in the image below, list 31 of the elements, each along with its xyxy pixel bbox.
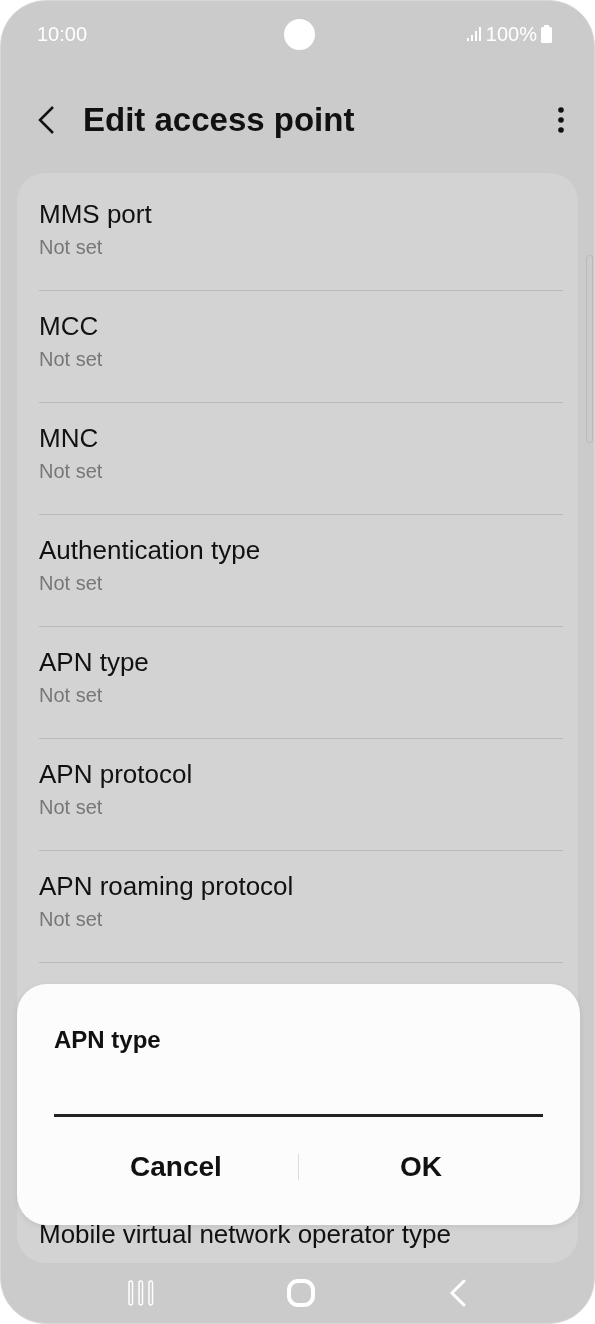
setting-row[interactable]: Authentication type Not set <box>39 515 563 627</box>
more-options-icon[interactable] <box>558 107 564 133</box>
setting-title: MCC <box>39 311 99 342</box>
setting-row[interactable]: APN type Not set <box>39 627 563 739</box>
ok-button[interactable]: OK <box>299 1137 543 1197</box>
setting-title: APN protocol <box>39 759 193 790</box>
signal-icon <box>465 26 482 42</box>
setting-title: APN roaming protocol <box>39 871 294 902</box>
setting-title: MNC <box>39 423 99 454</box>
setting-row[interactable]: MNC Not set <box>39 403 563 515</box>
cancel-button[interactable]: Cancel <box>54 1137 298 1197</box>
back-icon[interactable] <box>37 105 55 135</box>
camera-hole <box>284 19 315 50</box>
setting-title: APN type <box>39 647 149 678</box>
setting-row[interactable]: MCC Not set <box>39 291 563 403</box>
dialog-title: APN type <box>54 1026 161 1054</box>
setting-title: Mobile virtual network operator type <box>39 1219 451 1250</box>
page-title: Edit access point <box>83 101 356 139</box>
setting-value: Not set <box>39 684 103 707</box>
setting-value: Not set <box>39 460 103 483</box>
setting-row[interactable]: MMS port Not set <box>39 179 563 291</box>
setting-row[interactable]: APN roaming protocol Not set <box>39 851 563 963</box>
setting-value: Not set <box>39 908 103 931</box>
battery-icon <box>541 25 552 43</box>
setting-value: Not set <box>39 796 103 819</box>
setting-row[interactable]: APN protocol Not set <box>39 739 563 851</box>
setting-title: MMS port <box>39 199 152 230</box>
setting-title: Authentication type <box>39 535 261 566</box>
setting-value: Not set <box>39 348 103 371</box>
setting-value: Not set <box>39 236 103 259</box>
setting-value: Not set <box>39 572 103 595</box>
